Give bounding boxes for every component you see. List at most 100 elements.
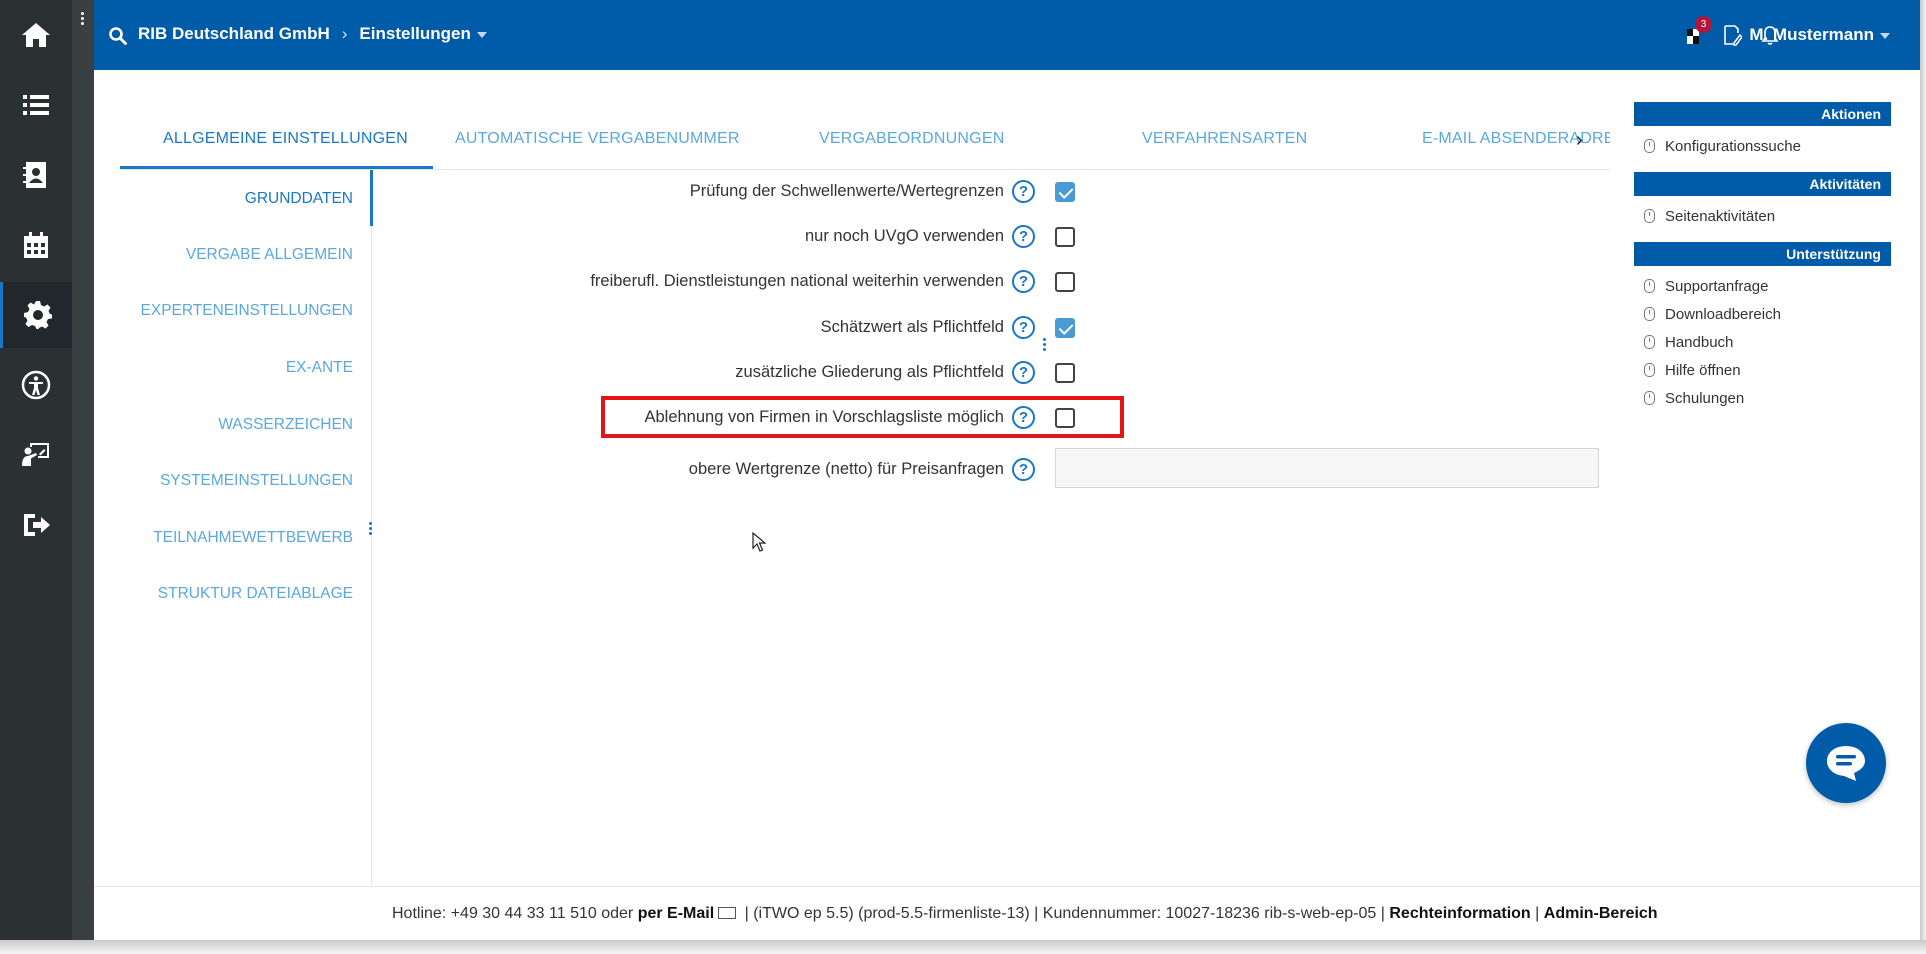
caret-down-icon: [476, 31, 487, 38]
right-panel: Aktionen Konfigurationssuche Aktivitäten…: [1634, 102, 1891, 424]
active-tab-indicator: [120, 166, 433, 169]
footer-hotline: Hotline: +49 30 44 33 11 510 oder: [392, 905, 634, 922]
price-limit-input[interactable]: [1055, 448, 1599, 488]
help-icon[interactable]: ?: [1012, 361, 1035, 384]
mouse-icon: [1644, 279, 1655, 293]
mail-icon[interactable]: [718, 906, 737, 919]
subnav-item-vergabe-allgemein[interactable]: VERGABE ALLGEMEIN: [186, 246, 353, 264]
subnav-item-wasserzeichen[interactable]: WASSERZEICHEN: [218, 416, 353, 434]
footer-separator: |: [1535, 905, 1540, 922]
settings-subnav: GRUNDDATEN VERGABE ALLGEMEIN EXPERTENEIN…: [120, 170, 373, 886]
subnav-item-experteneinstellungen[interactable]: EXPERTENEINSTELLUNGEN: [141, 302, 353, 320]
mouse-icon: [1644, 209, 1655, 223]
breadcrumb: RIB Deutschland GmbH › Einstellungen: [138, 24, 487, 44]
setting-label: freiberufl. Dienstleistungen national we…: [590, 272, 1004, 290]
help-icon[interactable]: ?: [1012, 316, 1035, 339]
setting-row: nur noch UVgO verwenden ?: [500, 222, 1600, 252]
list-item[interactable]: Handbuch: [1644, 328, 1891, 356]
calendar-icon[interactable]: [0, 212, 72, 278]
aktionen-list: Konfigurationssuche: [1634, 126, 1891, 172]
logout-icon[interactable]: [0, 492, 72, 558]
aktivitaeten-list: Seitenaktivitäten: [1634, 196, 1891, 242]
mouse-icon: [1644, 363, 1655, 377]
tab-allgemeine-einstellungen[interactable]: ALLGEMEINE EINSTELLUNGEN: [163, 130, 408, 148]
setting-checkbox[interactable]: [1055, 363, 1075, 383]
chat-button[interactable]: [1806, 723, 1886, 803]
subnav-item-teilnahmewettbewerb[interactable]: TEILNAHMEWETTBEWERB: [153, 529, 353, 547]
sidebar-collapse-handle-icon[interactable]: [80, 12, 86, 27]
search-icon[interactable]: [108, 26, 128, 46]
tab-scroll-right-icon[interactable]: ›: [1576, 128, 1592, 152]
sidebar-collapse-strip[interactable]: [72, 0, 94, 940]
caret-down-icon: [1880, 32, 1890, 39]
subnav-item-struktur-dateiablage[interactable]: STRUKTUR DATEIABLAGE: [158, 585, 353, 603]
list-item[interactable]: Konfigurationssuche: [1644, 132, 1891, 160]
breadcrumb-company[interactable]: RIB Deutschland GmbH: [138, 24, 330, 44]
document-edit-icon[interactable]: [1722, 24, 1743, 46]
subnav-item-systemeinstellungen[interactable]: SYSTEMEINSTELLUNGEN: [160, 472, 353, 490]
setting-row: freiberufl. Dienstleistungen national we…: [500, 267, 1600, 297]
window-shadow-right: [1920, 0, 1926, 954]
list-item-label: Schulungen: [1665, 389, 1745, 407]
subnav-resize-handle-icon[interactable]: [369, 522, 373, 537]
top-header: RIB Deutschland GmbH › Einstellungen 3 M…: [94, 0, 1920, 70]
footer-legal-link[interactable]: Rechteinformation: [1389, 905, 1530, 922]
breadcrumb-section-label: Einstellungen: [359, 24, 471, 43]
setting-checkbox[interactable]: [1055, 272, 1075, 292]
list-icon[interactable]: [0, 72, 72, 138]
highlight-annotation-box: [601, 396, 1124, 438]
tasks-icon[interactable]: 3: [1684, 16, 1712, 46]
tab-vergabeordnungen[interactable]: VERGABEORDNUNGEN: [819, 130, 1004, 148]
window-shadow-bottom: [0, 940, 1926, 954]
help-icon[interactable]: ?: [1012, 458, 1035, 481]
presentation-icon[interactable]: [0, 422, 72, 488]
active-subnav-indicator: [370, 170, 373, 226]
gear-icon[interactable]: [0, 282, 72, 348]
list-item[interactable]: Downloadbereich: [1644, 300, 1891, 328]
list-item-label: Handbuch: [1665, 333, 1734, 351]
tab-verfahrensarten[interactable]: VERFAHRENSARTEN: [1142, 130, 1307, 148]
mouse-cursor-icon: [752, 532, 767, 552]
setting-label: zusätzliche Gliederung als Pflichtfeld: [735, 363, 1004, 381]
help-icon[interactable]: ?: [1012, 225, 1035, 248]
home-icon[interactable]: [0, 2, 72, 68]
aktionen-header: Aktionen: [1634, 102, 1891, 126]
settings-tabs: ALLGEMEINE EINSTELLUNGEN AUTOMATISCHE VE…: [120, 118, 1610, 170]
setting-label: obere Wertgrenze (netto) für Preisanfrag…: [688, 460, 1004, 478]
setting-row: Schätzwert als Pflichtfeld ?: [500, 313, 1600, 343]
list-item-label: Supportanfrage: [1665, 277, 1769, 295]
notification-badge: 3: [1695, 16, 1712, 33]
footer-text: Hotline: +49 30 44 33 11 510 oder per E-…: [392, 905, 1658, 923]
mouse-icon: [1644, 307, 1655, 321]
mouse-icon: [1644, 391, 1655, 405]
unterstuetzung-list: Supportanfrage Downloadbereich Handbuch …: [1634, 266, 1891, 424]
footer-admin-link[interactable]: Admin-Bereich: [1544, 905, 1658, 922]
accessibility-icon[interactable]: [0, 352, 72, 418]
list-item-label: Konfigurationssuche: [1665, 137, 1801, 155]
help-icon[interactable]: ?: [1012, 270, 1035, 293]
subnav-item-grunddaten[interactable]: GRUNDDATEN: [245, 190, 353, 208]
address-book-icon[interactable]: [0, 142, 72, 208]
list-item-label: Downloadbereich: [1665, 305, 1781, 323]
list-item[interactable]: Schulungen: [1644, 384, 1891, 412]
setting-checkbox[interactable]: [1055, 318, 1075, 338]
breadcrumb-section-dropdown[interactable]: Einstellungen: [359, 24, 487, 44]
user-menu[interactable]: M. Mustermann: [1749, 25, 1890, 45]
aktivitaeten-header: Aktivitäten: [1634, 172, 1891, 196]
setting-label: Prüfung der Schwellenwerte/Wertegrenzen: [689, 182, 1004, 200]
footer: Hotline: +49 30 44 33 11 510 oder per E-…: [94, 886, 1920, 940]
footer-email-link[interactable]: per E-Mail: [638, 905, 714, 922]
subnav-item-ex-ante[interactable]: EX-ANTE: [286, 359, 353, 377]
list-item[interactable]: Hilfe öffnen: [1644, 356, 1891, 384]
help-icon[interactable]: ?: [1012, 180, 1035, 203]
list-item-label: Seitenaktivitäten: [1665, 207, 1776, 225]
list-item[interactable]: Supportanfrage: [1644, 272, 1891, 300]
setting-label: Schätzwert als Pflichtfeld: [820, 318, 1004, 336]
setting-label: nur noch UVgO verwenden: [804, 227, 1004, 245]
chat-icon: [1827, 746, 1865, 781]
list-item[interactable]: Seitenaktivitäten: [1644, 202, 1891, 230]
unterstuetzung-header: Unterstützung: [1634, 242, 1891, 266]
tab-automatische-vergabenummer[interactable]: AUTOMATISCHE VERGABENUMMER: [455, 130, 740, 148]
setting-checkbox[interactable]: [1055, 227, 1075, 247]
setting-checkbox[interactable]: [1055, 182, 1075, 202]
